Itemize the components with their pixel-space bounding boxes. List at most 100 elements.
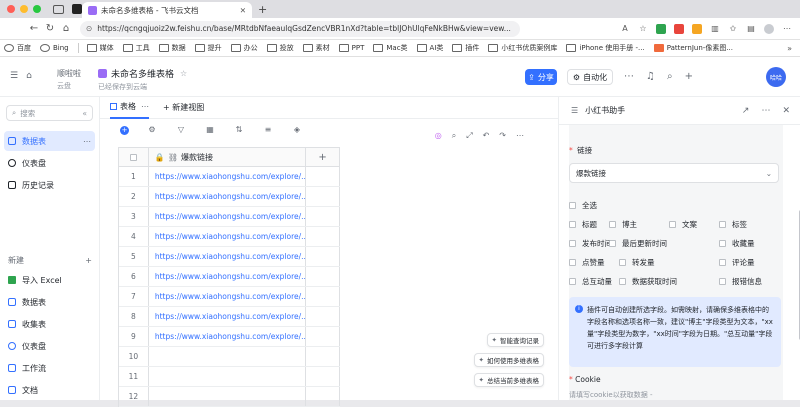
add-icon[interactable]: +: [85, 256, 92, 265]
extension-multicolor-icon[interactable]: [674, 23, 684, 34]
option-checkbox[interactable]: [569, 221, 576, 228]
smart-query-button[interactable]: ✦ 智能查询记录: [486, 333, 544, 347]
option-checkbox[interactable]: [719, 278, 726, 285]
collections-icon[interactable]: ▤: [746, 24, 756, 34]
bookmark-item[interactable]: PatternJun-像素图...: [653, 43, 733, 53]
option-checkbox[interactable]: [609, 221, 616, 228]
field-option[interactable]: 标题: [569, 219, 597, 230]
link-cell[interactable]: [149, 387, 307, 406]
extension-green-icon[interactable]: [656, 23, 666, 34]
pinned-tab-icon[interactable]: [72, 4, 82, 14]
sidebar-item-history[interactable]: 历史记录: [4, 175, 95, 195]
table-row[interactable]: 2 https://www.xiaohongshu.com/explore/...: [119, 187, 340, 207]
more-icon[interactable]: ⋯: [141, 102, 149, 111]
bookmark-item[interactable]: Bing: [40, 44, 69, 52]
link-cell[interactable]: [149, 367, 307, 386]
reload-icon[interactable]: ↻: [42, 23, 58, 34]
link-cell[interactable]: https://www.xiaohongshu.com/explore/...: [149, 247, 307, 266]
bookmark-item[interactable]: 投放: [266, 43, 294, 53]
bookmark-item[interactable]: 小红书优质案例库: [488, 43, 557, 53]
bookmark-item[interactable]: 工具: [122, 43, 150, 53]
field-option[interactable]: 发布时间: [569, 238, 612, 249]
bookmark-item[interactable]: 媒体: [86, 43, 114, 53]
browser-tab-active[interactable]: 未命名多维表格 - 飞书云文档 ✕: [82, 2, 252, 18]
page-title[interactable]: 未命名多维表格: [111, 67, 174, 80]
bookmark-item[interactable]: 办公: [230, 43, 258, 53]
settings-icon[interactable]: ⚙: [147, 125, 157, 135]
collapse-sidebar-icon[interactable]: «: [82, 109, 87, 118]
row-height-icon[interactable]: ≡: [263, 125, 273, 135]
field-option[interactable]: 收藏量: [719, 238, 755, 249]
more-bookmarks-icon[interactable]: »: [787, 44, 792, 53]
search-icon[interactable]: ⌕: [667, 71, 673, 82]
option-checkbox[interactable]: [669, 221, 676, 228]
bookmark-item[interactable]: iPhone 使用手册 -...: [566, 43, 645, 53]
select-all-checkbox[interactable]: [129, 153, 137, 161]
new-tab-button[interactable]: +: [258, 3, 267, 16]
option-checkbox[interactable]: [569, 259, 576, 266]
url-input[interactable]: ⊙ https://qcngqjuoiz2w.feishu.cn/base/MR…: [80, 20, 520, 37]
add-column-button[interactable]: +: [306, 148, 340, 166]
table-row[interactable]: 8 https://www.xiaohongshu.com/explore/...: [119, 307, 340, 327]
cookie-input[interactable]: 请填写cookie以获取数据 -: [569, 390, 652, 400]
tab-table-view[interactable]: 表格 ⋯: [110, 97, 149, 119]
link-cell[interactable]: [149, 347, 307, 366]
link-cell[interactable]: https://www.xiaohongshu.com/explore/...: [149, 267, 307, 286]
field-option[interactable]: 转发量: [619, 257, 655, 268]
search-records-icon[interactable]: ⌕: [452, 131, 456, 141]
profile-icon[interactable]: [764, 23, 774, 34]
menu-icon[interactable]: ☰: [571, 106, 578, 115]
extension-yellow-icon[interactable]: [692, 23, 702, 34]
link-cell[interactable]: https://www.xiaohongshu.com/explore/...: [149, 167, 307, 186]
table-row[interactable]: 1 https://www.xiaohongshu.com/explore/...: [119, 167, 340, 187]
favorite-star-icon[interactable]: ☆: [638, 24, 648, 34]
table-row[interactable]: 3 https://www.xiaohongshu.com/explore/...: [119, 207, 340, 227]
summarize-button[interactable]: ✦ 总结当前多维表格: [473, 373, 544, 387]
sidebar-item-import-excel[interactable]: 导入 Excel: [4, 270, 95, 290]
maximize-window-button[interactable]: [33, 5, 41, 13]
breadcrumb[interactable]: 顺啦啦: [57, 68, 81, 79]
bookmark-item[interactable]: 数据: [158, 43, 186, 53]
close-window-button[interactable]: [7, 5, 15, 13]
sidebar-item-new-table[interactable]: 数据表: [4, 292, 95, 312]
site-info-icon[interactable]: ⊙: [86, 24, 92, 33]
option-checkbox[interactable]: [569, 278, 576, 285]
more-icon[interactable]: ⋯: [624, 71, 634, 82]
option-checkbox[interactable]: [569, 202, 576, 209]
more-icon[interactable]: ⋯: [83, 137, 91, 146]
new-view-button[interactable]: + 新建视图: [163, 97, 204, 119]
menu-icon[interactable]: ☰: [10, 71, 18, 81]
more-icon[interactable]: ⋯: [516, 131, 524, 141]
sidebar-item-doc[interactable]: 文档: [4, 380, 95, 400]
table-row[interactable]: 4 https://www.xiaohongshu.com/explore/...: [119, 227, 340, 247]
sidebar-search-input[interactable]: ⌕ 搜索 «: [6, 105, 93, 121]
bookmark-item[interactable]: AI类: [416, 43, 443, 53]
add-icon[interactable]: +: [685, 71, 693, 82]
back-icon[interactable]: ←: [26, 23, 42, 34]
field-option[interactable]: 报错信息: [719, 276, 762, 287]
column-header[interactable]: 🔒 ⛓ 爆款链接: [149, 148, 307, 166]
bookmark-item[interactable]: 提升: [194, 43, 222, 53]
table-row[interactable]: 12: [119, 387, 340, 407]
close-icon[interactable]: ✕: [782, 106, 790, 116]
field-option[interactable]: 最后更新时间: [609, 238, 667, 249]
share-icon[interactable]: ↗: [742, 106, 750, 116]
undo-icon[interactable]: ↶: [483, 131, 490, 141]
sidebar-item-dashboard[interactable]: 仪表盘: [4, 153, 95, 173]
sidebar-item-datatable[interactable]: 数据表 ⋯: [4, 131, 95, 151]
sidebar-item-workflow[interactable]: 工作流: [4, 358, 95, 378]
link-cell[interactable]: https://www.xiaohongshu.com/explore/...: [149, 327, 307, 346]
ai-icon[interactable]: ◎: [435, 131, 442, 141]
minimize-window-button[interactable]: [20, 5, 28, 13]
bookmark-item[interactable]: Mac类: [373, 43, 408, 53]
favorites-icon[interactable]: ✩: [728, 24, 738, 34]
avatar[interactable]: 哈哈: [766, 67, 786, 87]
read-aloud-icon[interactable]: A: [620, 24, 630, 34]
browser-menu-icon[interactable]: ⋯: [782, 24, 792, 34]
add-record-button[interactable]: +: [120, 125, 129, 135]
sidebar-item-form[interactable]: 收集表: [4, 314, 95, 334]
field-option[interactable]: 总互动量: [569, 276, 612, 287]
breadcrumb-location[interactable]: 云盘: [57, 81, 71, 91]
notification-icon[interactable]: ♫: [646, 71, 655, 82]
field-option[interactable]: 点赞量: [569, 257, 605, 268]
